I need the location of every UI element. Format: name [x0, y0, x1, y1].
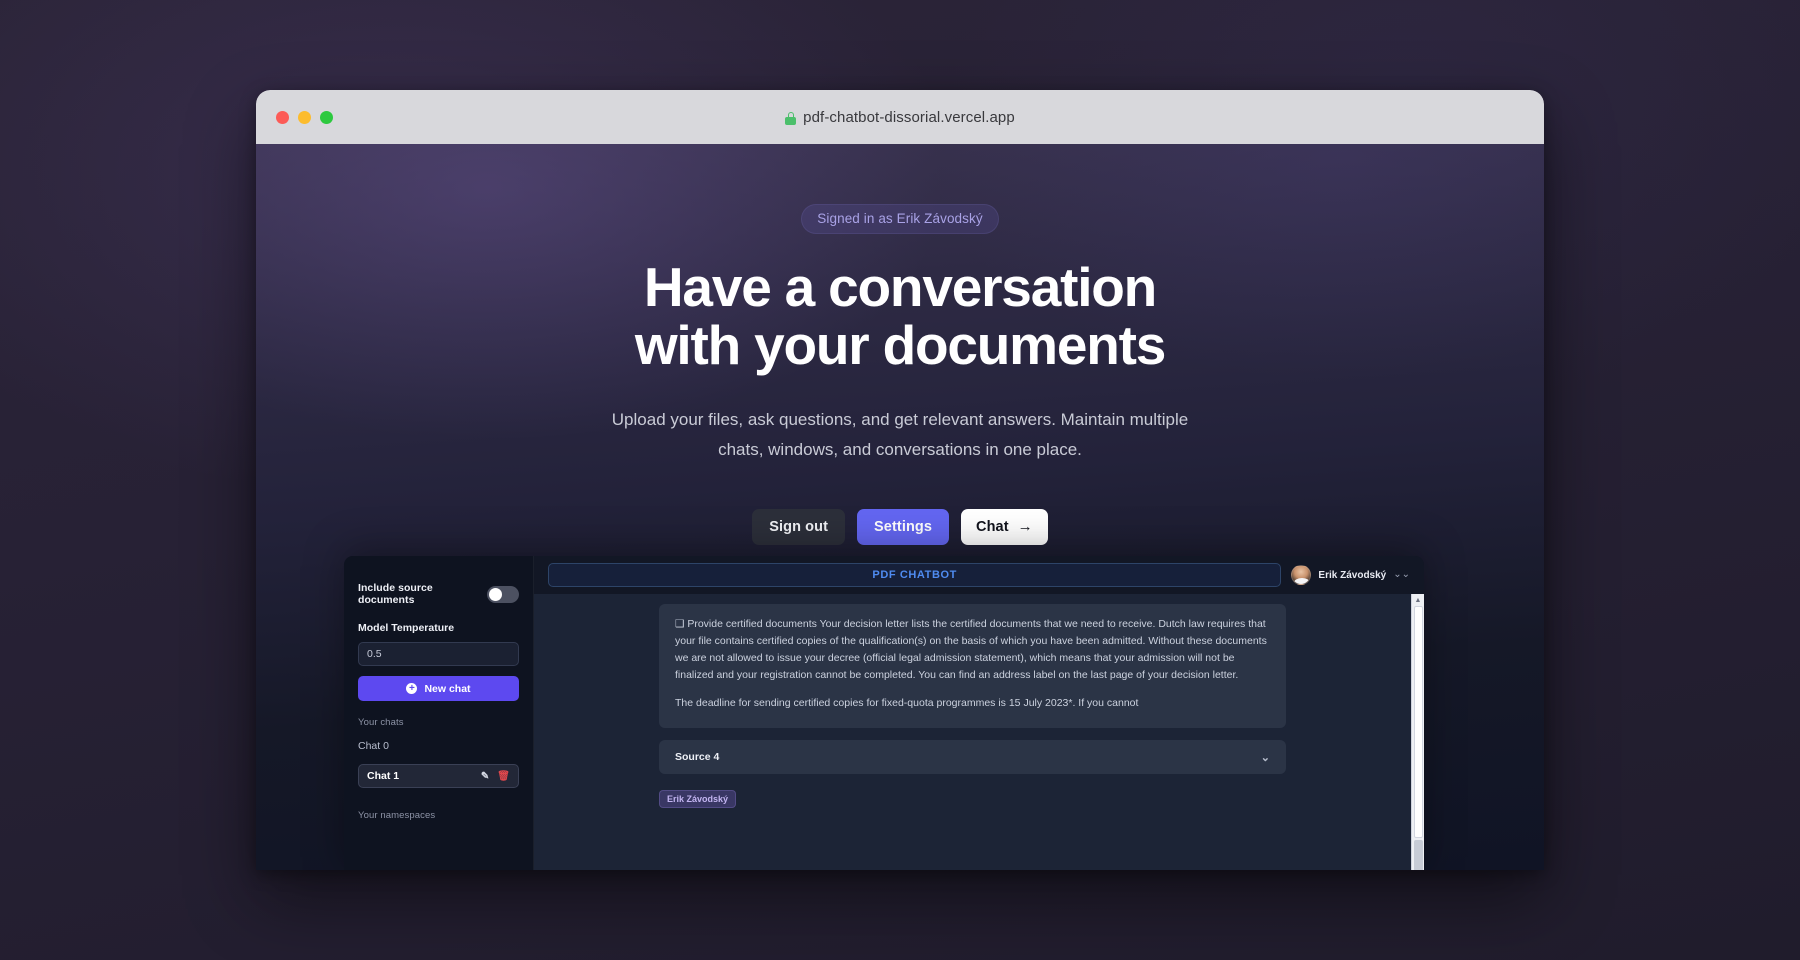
scrollbar-track[interactable] — [1413, 840, 1423, 870]
close-window-button[interactable] — [276, 110, 289, 124]
chat-list-item-chat-1[interactable]: Chat 1 ✎ 🗑 — [358, 764, 519, 788]
user-message-tag: Erik Závodský — [659, 790, 737, 808]
preview-topbar: PDF CHATBOT Erik Závodský ⌄⌄ — [534, 556, 1424, 594]
chat-list-item-label: Chat 1 — [367, 770, 400, 782]
assistant-message-paragraph-2: The deadline for sending certified copie… — [675, 697, 1139, 709]
include-source-documents-toggle[interactable] — [487, 585, 519, 603]
your-namespaces-label: Your namespaces — [358, 810, 436, 821]
chevron-down-icon: ⌄⌄ — [1393, 569, 1410, 580]
conversation-column: ❑ Provide certified documents Your decis… — [659, 594, 1424, 870]
source-accordion-label: Source 4 — [675, 751, 720, 763]
browser-title-bar: pdf-chatbot-dissorial.vercel.app — [256, 90, 1544, 144]
assistant-message-paragraph-1: ❑ Provide certified documents Your decis… — [675, 618, 1267, 681]
browser-window: pdf-chatbot-dissorial.vercel.app Signed … — [256, 90, 1544, 870]
cta-button-row: Sign out Settings Chat → — [256, 509, 1544, 546]
user-menu[interactable]: Erik Závodský ⌄⌄ — [1291, 565, 1414, 585]
app-preview-window: Include source documents Model Temperatu… — [344, 556, 1424, 870]
address-bar[interactable]: pdf-chatbot-dissorial.vercel.app — [256, 109, 1544, 126]
settings-button[interactable]: Settings — [857, 509, 950, 546]
user-name-label: Erik Závodský — [1318, 569, 1387, 581]
source-accordion[interactable]: Source 4 ⌄ — [659, 740, 1286, 774]
chat-item-actions: ✎ 🗑 — [481, 771, 510, 782]
scroll-up-icon[interactable]: ▲ — [1415, 594, 1422, 606]
new-chat-label: New chat — [424, 682, 471, 695]
edit-chat-icon[interactable]: ✎ — [481, 771, 489, 782]
plus-icon: + — [406, 683, 418, 694]
delete-chat-icon[interactable]: 🗑 — [497, 771, 510, 782]
include-source-documents-label: Include source documents — [358, 582, 433, 606]
chat-button[interactable]: Chat → — [961, 509, 1048, 546]
scrollbar-thumb[interactable] — [1413, 606, 1423, 838]
preview-main-column: PDF CHATBOT Erik Závodský ⌄⌄ ❑ Provide c… — [534, 556, 1424, 870]
avatar — [1291, 565, 1312, 585]
chat-button-label: Chat — [976, 519, 1009, 536]
lock-icon — [785, 111, 797, 125]
hero-section: Signed in as Erik Závodský Have a conver… — [256, 144, 1544, 546]
toggle-knob — [489, 587, 502, 601]
preview-sidebar: Include source documents Model Temperatu… — [344, 556, 534, 870]
new-chat-button[interactable]: + New chat — [358, 676, 519, 701]
chat-list-item-chat-0[interactable]: Chat 0 — [358, 738, 519, 754]
window-controls[interactable] — [276, 110, 333, 124]
assistant-message: ❑ Provide certified documents Your decis… — [659, 604, 1286, 728]
conversation-gutter — [534, 594, 659, 870]
hero-title-line-1: Have a conversation — [643, 256, 1157, 318]
signed-in-badge: Signed in as Erik Závodský — [801, 204, 999, 234]
include-source-documents-row: Include source documents — [358, 582, 519, 606]
url-text: pdf-chatbot-dissorial.vercel.app — [803, 108, 1015, 126]
page-viewport: Signed in as Erik Závodský Have a conver… — [256, 144, 1544, 870]
model-temperature-label: Model Temperature — [358, 622, 455, 634]
arrow-right-icon: → — [1017, 518, 1033, 536]
desktop-backdrop: pdf-chatbot-dissorial.vercel.app Signed … — [0, 0, 1800, 960]
your-chats-label: Your chats — [358, 717, 404, 728]
maximize-window-button[interactable] — [320, 110, 333, 124]
preview-conversation: ❑ Provide certified documents Your decis… — [534, 594, 1424, 870]
chevron-down-icon: ⌄ — [1260, 751, 1270, 764]
model-temperature-input[interactable]: 0.5 — [358, 642, 519, 666]
page-title: Have a conversation with your documents — [256, 258, 1544, 375]
vertical-scrollbar[interactable]: ▲ — [1411, 594, 1424, 870]
hero-title-line-2: with your documents — [634, 314, 1166, 377]
app-title: PDF CHATBOT — [548, 563, 1282, 587]
hero-subtitle: Upload your files, ask questions, and ge… — [611, 409, 1189, 459]
sign-out-button[interactable]: Sign out — [752, 509, 846, 546]
minimize-window-button[interactable] — [298, 110, 311, 124]
